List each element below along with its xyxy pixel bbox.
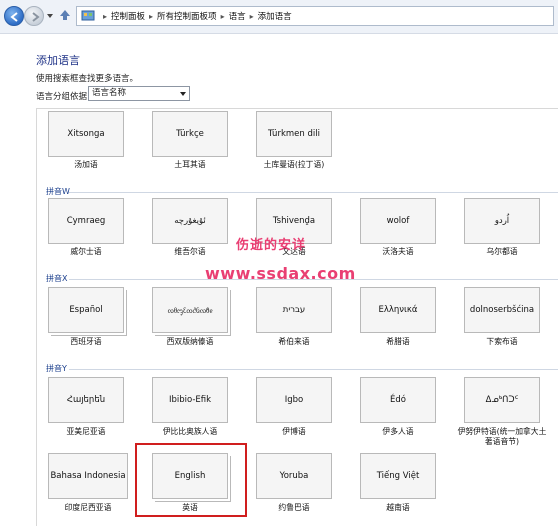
language-native-name: Ibibio-Efik bbox=[168, 394, 212, 405]
language-tile-xitsonga[interactable]: Xitsonga bbox=[48, 111, 124, 157]
language-tile-turkmen[interactable]: Türkmen dili bbox=[256, 111, 332, 157]
language-native-name: Bahasa Indonesia bbox=[50, 470, 126, 481]
language-native-name: עברית bbox=[282, 304, 306, 315]
language-native-name: Yoruba bbox=[279, 470, 309, 481]
watermark-url: www.ssdax.com bbox=[205, 264, 356, 283]
up-level-icon[interactable] bbox=[58, 8, 72, 22]
language-caption: 印度尼西亚语 bbox=[64, 503, 112, 512]
language-tile-vietnamese[interactable]: Tiếng Việt bbox=[360, 453, 436, 499]
language-native-name: ئۇيغۇرچە bbox=[174, 215, 206, 226]
section-header-x: 拼音X bbox=[46, 274, 68, 283]
language-caption: 土耳其语 bbox=[174, 160, 206, 169]
language-caption: 亚美尼亚语 bbox=[66, 427, 106, 436]
language-caption: 沃洛夫语 bbox=[382, 247, 414, 256]
language-caption: 下索布语 bbox=[486, 337, 518, 346]
section-header-w: 拼音W bbox=[46, 187, 70, 196]
language-caption: 越南语 bbox=[386, 503, 410, 512]
breadcrumb[interactable]: ▸ 控制面板 ▸ 所有控制面板项 ▸ 语言 ▸ 添加语言 bbox=[76, 6, 554, 26]
language-caption: 汤加语 bbox=[74, 160, 98, 169]
language-tile-cymraeg[interactable]: Cymraeg bbox=[48, 198, 124, 244]
section-header-y: 拼音Y bbox=[46, 364, 67, 373]
language-caption: 威尔士语 bbox=[70, 247, 102, 256]
language-native-name: Igbo bbox=[284, 394, 304, 405]
breadcrumb-item-add-language[interactable]: 添加语言 bbox=[258, 10, 292, 22]
page-description: 使用搜索框查找更多语言。 bbox=[36, 74, 139, 84]
language-tile-bahasa-indonesia[interactable]: Bahasa Indonesia bbox=[48, 453, 128, 499]
language-tile-armenian[interactable]: Հայերեն bbox=[48, 377, 124, 423]
language-tile-turkce[interactable]: Türkçe bbox=[152, 111, 228, 157]
language-native-name: dolnoserbšćina bbox=[469, 304, 535, 315]
language-native-name: Cymraeg bbox=[66, 215, 106, 226]
forward-button[interactable] bbox=[24, 6, 44, 26]
language-native-name: Հայերեն bbox=[66, 394, 106, 405]
language-native-name: Tshivenḓa bbox=[272, 215, 316, 226]
control-panel-icon bbox=[81, 10, 95, 21]
section-divider bbox=[69, 369, 558, 370]
language-tile-inuktitut[interactable]: ᐃᓄᒃᑎᑐᑦ bbox=[464, 377, 540, 423]
language-native-name: ᦟᦲᧅᦷᦎᦺᦑᦟᦹᧉ bbox=[167, 305, 213, 315]
arrow-left-icon bbox=[10, 12, 18, 22]
group-by-select[interactable]: 语言名称 bbox=[88, 86, 190, 101]
language-list[interactable]: Xitsonga 汤加语 Türkçe 土耳其语 Türkmen dili 土库… bbox=[36, 108, 558, 526]
language-native-name: Ελληνικά bbox=[378, 304, 418, 315]
language-caption: 维吾尔语 bbox=[174, 247, 206, 256]
language-caption: 乌尔都语 bbox=[486, 247, 518, 256]
address-bar: ▸ 控制面板 ▸ 所有控制面板项 ▸ 语言 ▸ 添加语言 bbox=[0, 0, 558, 34]
language-tile-espanol[interactable]: Español bbox=[48, 287, 124, 333]
chevron-down-icon bbox=[180, 92, 186, 96]
language-caption: 西双版纳傣语 bbox=[166, 337, 214, 346]
arrow-right-icon bbox=[32, 12, 40, 22]
group-by-label: 语言分组依据: bbox=[36, 92, 90, 102]
breadcrumb-separator: ▸ bbox=[249, 11, 254, 21]
language-tile-greek[interactable]: Ελληνικά bbox=[360, 287, 436, 333]
recent-pages-dropdown-icon[interactable] bbox=[46, 12, 54, 20]
breadcrumb-separator: ▸ bbox=[220, 11, 225, 21]
language-caption: 伊比比奥族人语 bbox=[162, 427, 218, 436]
language-native-name: wolof bbox=[386, 215, 410, 226]
language-native-name: Español bbox=[69, 304, 103, 315]
language-caption: 希伯来语 bbox=[278, 337, 310, 346]
language-native-name: Tiếng Việt bbox=[376, 470, 420, 481]
language-tile-igbo[interactable]: Igbo bbox=[256, 377, 332, 423]
language-caption: 希腊语 bbox=[386, 337, 410, 346]
language-tile-uyghur[interactable]: ئۇيغۇرچە bbox=[152, 198, 228, 244]
page-title: 添加语言 bbox=[36, 54, 80, 67]
language-tile-wolof[interactable]: wolof bbox=[360, 198, 436, 244]
breadcrumb-separator: ▸ bbox=[103, 11, 108, 21]
language-tile-hebrew[interactable]: עברית bbox=[256, 287, 332, 333]
language-caption: 伊博语 bbox=[282, 427, 306, 436]
language-native-name: Türkçe bbox=[176, 128, 204, 139]
language-native-name: اُردو bbox=[494, 215, 510, 226]
language-caption: 伊努伊特语(统一加拿大土著语音节) bbox=[457, 427, 547, 447]
language-native-name: Édó bbox=[390, 394, 406, 405]
breadcrumb-item-language[interactable]: 语言 bbox=[229, 10, 246, 22]
language-tile-lower-sorbian[interactable]: dolnoserbšćina bbox=[464, 287, 540, 333]
breadcrumb-item-control-panel[interactable]: 控制面板 bbox=[111, 10, 145, 22]
language-caption: 约鲁巴语 bbox=[278, 503, 310, 512]
breadcrumb-separator: ▸ bbox=[149, 11, 154, 21]
language-caption: 伊多人语 bbox=[382, 427, 414, 436]
watermark-text: 伤逝的安详 bbox=[236, 238, 307, 253]
section-divider bbox=[69, 192, 558, 193]
language-native-name: Türkmen dili bbox=[268, 128, 320, 139]
language-caption: 土库曼语(拉丁语) bbox=[263, 160, 325, 169]
language-tile-urdu[interactable]: اُردو bbox=[464, 198, 540, 244]
language-native-name: Xitsonga bbox=[67, 128, 105, 139]
language-tile-edo[interactable]: Édó bbox=[360, 377, 436, 423]
selection-highlight-box bbox=[135, 443, 247, 517]
language-tile-tai-lue[interactable]: ᦟᦲᧅᦷᦎᦺᦑᦟᦹᧉ bbox=[152, 287, 228, 333]
back-button[interactable] bbox=[4, 6, 24, 26]
group-by-value: 语言名称 bbox=[92, 88, 127, 98]
breadcrumb-item-all-items[interactable]: 所有控制面板项 bbox=[157, 10, 217, 22]
language-tile-yoruba[interactable]: Yoruba bbox=[256, 453, 332, 499]
language-native-name: ᐃᓄᒃᑎᑐᑦ bbox=[485, 394, 519, 405]
language-caption: 西班牙语 bbox=[70, 337, 102, 346]
language-tile-ibibio-efik[interactable]: Ibibio-Efik bbox=[152, 377, 228, 423]
